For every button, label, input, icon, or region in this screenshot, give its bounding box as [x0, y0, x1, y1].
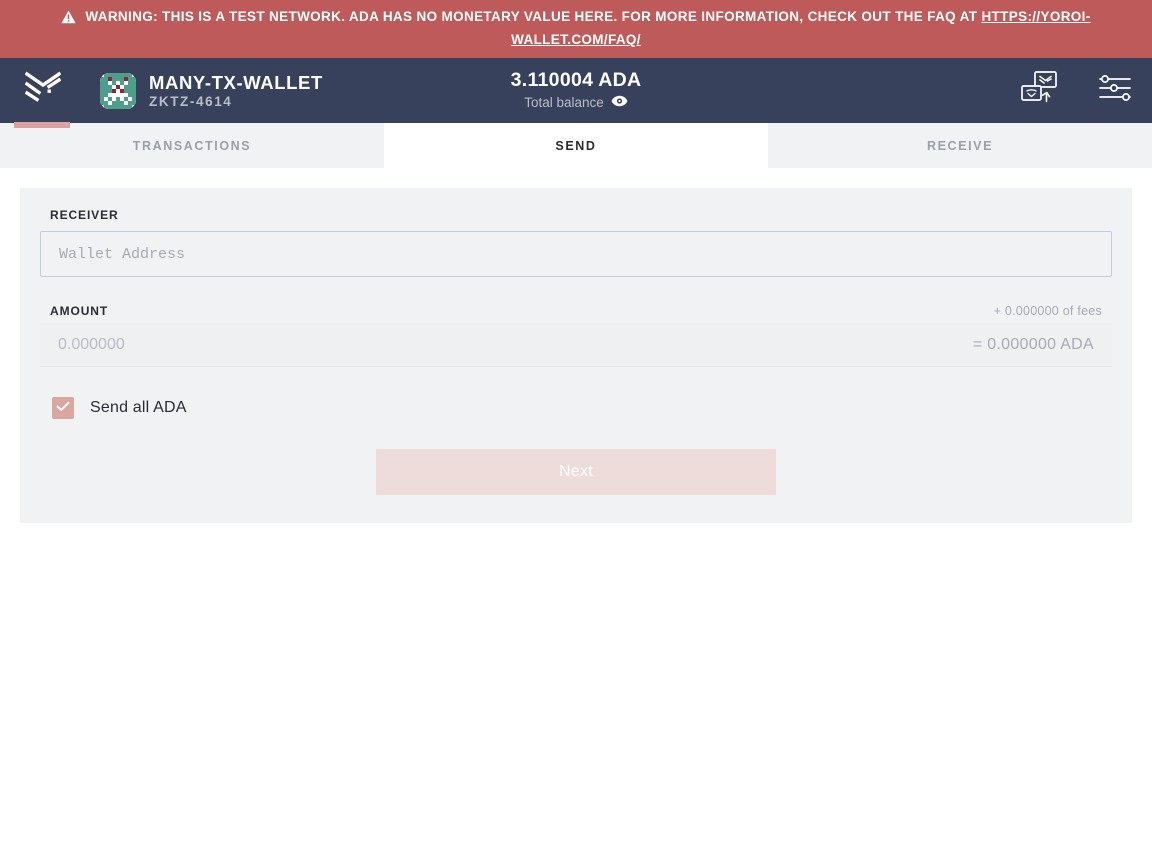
- next-button[interactable]: Next: [376, 449, 776, 495]
- top-bar: MANY-TX-WALLET ZKTZ-4614 3.110004 ADA To…: [0, 58, 1152, 128]
- send-all-ada-label: Send all ADA: [90, 399, 187, 416]
- tab-receive[interactable]: Receive: [768, 123, 1152, 168]
- send-all-ada-checkbox[interactable]: [52, 397, 74, 419]
- receiver-label: Receiver: [50, 208, 119, 222]
- amount-header: Amount + 0.000000 of fees: [40, 304, 1112, 318]
- send-form-card: Receiver Amount + 0.000000 of fees = 0.0…: [20, 188, 1132, 523]
- checkmark-icon: [56, 399, 70, 417]
- wallet-identicon-avatar: [100, 72, 136, 109]
- amount-label: Amount: [50, 304, 109, 318]
- total-balance-amount: 3.110004 ADA: [510, 69, 642, 91]
- eye-icon[interactable]: [611, 94, 628, 112]
- amount-input[interactable]: [40, 323, 973, 366]
- submit-row: Next: [40, 449, 1112, 495]
- yoroi-logo-icon: [24, 71, 62, 110]
- total-balance-label: Total balance: [524, 95, 604, 110]
- amount-total-text: = 0.000000 ADA: [972, 335, 1094, 353]
- tab-transactions[interactable]: Transactions: [0, 123, 384, 168]
- topbar-actions: [1021, 58, 1132, 123]
- wallet-texts: MANY-TX-WALLET ZKTZ-4614: [149, 72, 323, 110]
- switch-wallet-icon: [1019, 70, 1059, 111]
- send-all-ada-row[interactable]: Send all ADA: [40, 397, 1112, 419]
- wallet-plate-id: ZKTZ-4614: [149, 93, 233, 109]
- wallet-summary[interactable]: MANY-TX-WALLET ZKTZ-4614: [84, 72, 323, 110]
- tab-send[interactable]: Send: [384, 123, 768, 168]
- warning-message-text: Warning: this is a test network. ADA has…: [85, 9, 982, 24]
- switch-wallet-button[interactable]: [1021, 71, 1057, 108]
- balance-label-row: Total balance: [524, 94, 628, 112]
- wallet-tab-bar: Transactions Send Receive: [0, 123, 1152, 168]
- warning-triangle-icon: [61, 10, 76, 30]
- amount-row: = 0.000000 ADA: [40, 323, 1112, 367]
- receiver-address-input[interactable]: [40, 231, 1112, 277]
- page-body: Receiver Amount + 0.000000 of fees = 0.0…: [0, 168, 1152, 847]
- settings-sliders-icon: [1098, 75, 1132, 106]
- settings-button[interactable]: [1098, 74, 1132, 108]
- yoroi-logo-button[interactable]: [0, 58, 84, 128]
- warning-text: Warning: this is a test network. ADA has…: [21, 7, 1131, 50]
- test-network-warning-banner: Warning: this is a test network. ADA has…: [0, 0, 1152, 58]
- active-nav-accent-bar: [14, 122, 70, 128]
- fees-text: + 0.000000 of fees: [993, 304, 1102, 318]
- wallet-name: MANY-TX-WALLET: [149, 71, 323, 93]
